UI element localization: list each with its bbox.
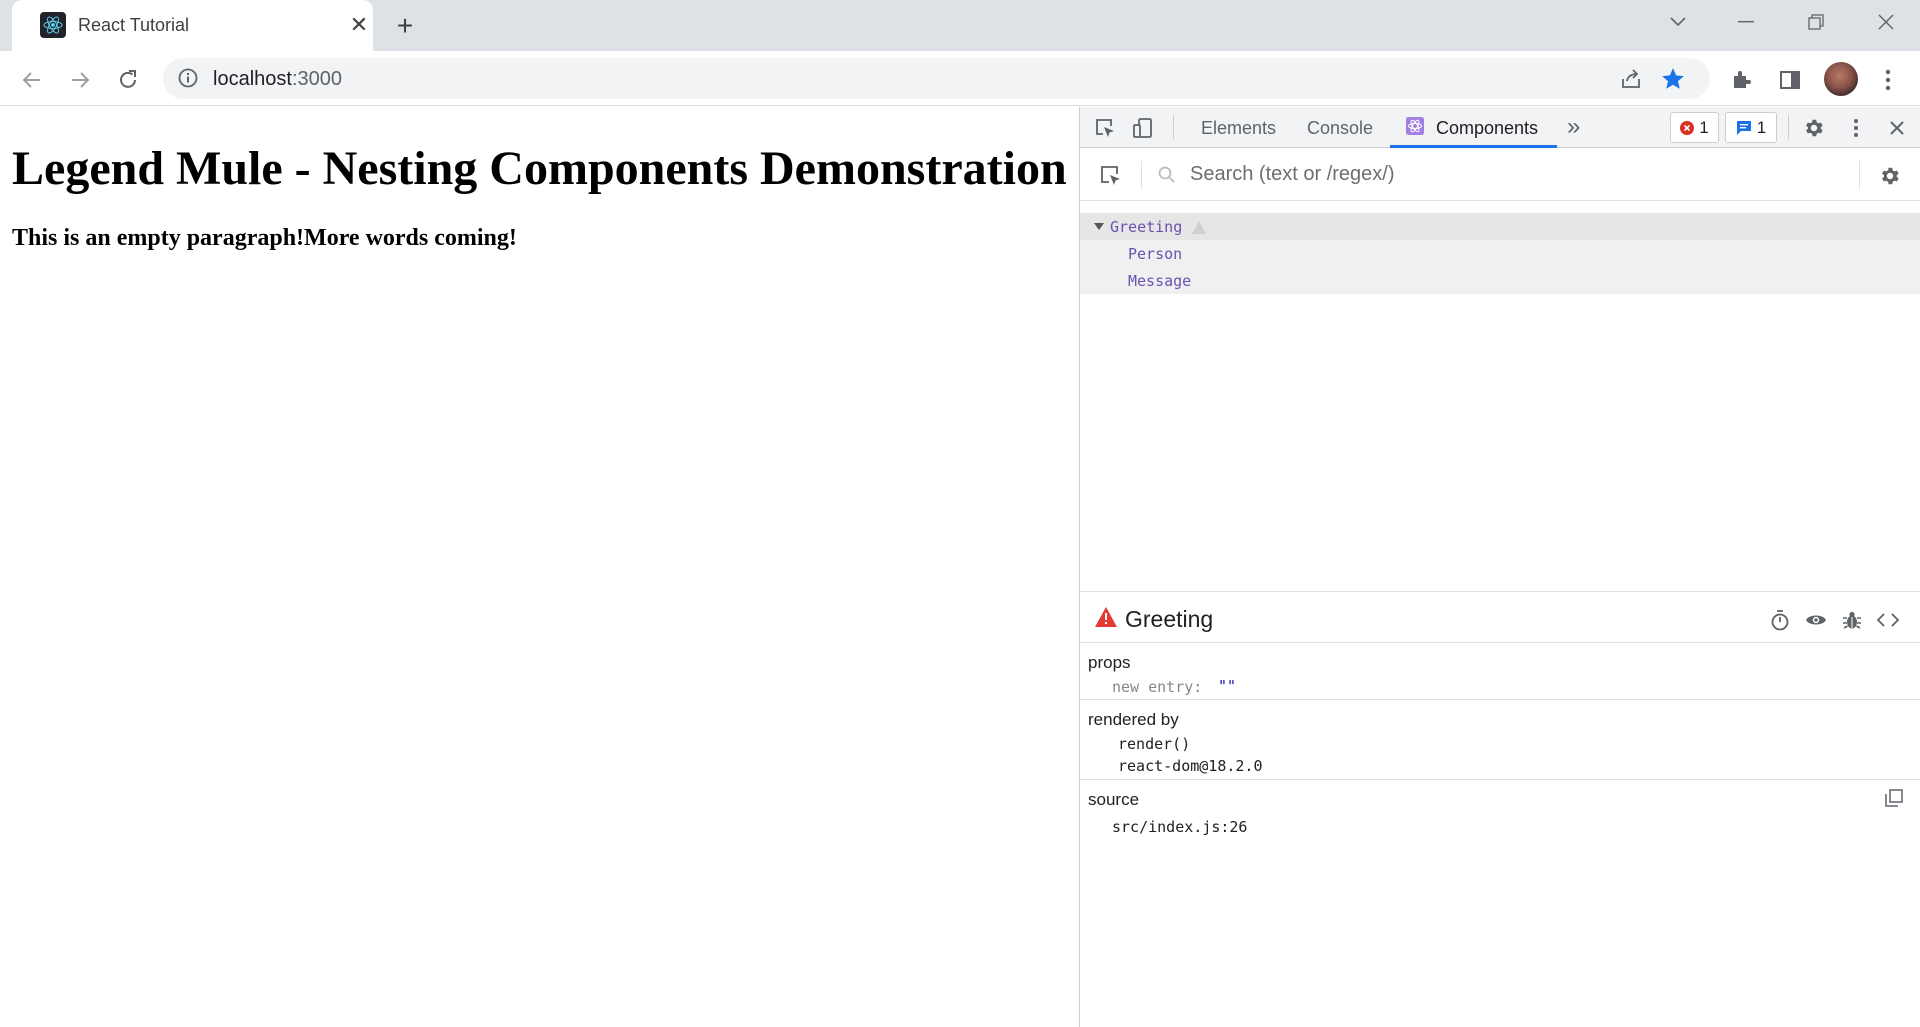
browser-tab[interactable]: React Tutorial ✕ — [12, 0, 373, 51]
message-icon — [1736, 120, 1751, 135]
react-logo-icon — [40, 12, 66, 38]
props-section: props new entry: "" — [1080, 644, 1920, 700]
components-settings-icon[interactable] — [1877, 163, 1903, 189]
rendered-by-item: render() — [1118, 735, 1191, 753]
share-icon[interactable] — [1619, 67, 1643, 96]
bookmark-star-icon[interactable] — [1660, 66, 1686, 97]
search-icon — [1154, 162, 1180, 188]
back-arrow-icon[interactable] — [14, 62, 50, 98]
error-count-badge[interactable]: 1 — [1670, 112, 1719, 143]
copy-source-icon[interactable] — [1884, 788, 1904, 813]
tab-console[interactable]: Console — [1307, 118, 1373, 139]
warning-triangle-icon — [1192, 220, 1206, 238]
source-location[interactable]: src/index.js:26 — [1112, 818, 1247, 836]
devtools-panel: Elements Console Components » 1 1 Search… — [1079, 107, 1920, 1027]
view-source-icon[interactable] — [1877, 609, 1899, 631]
expand-arrow-icon[interactable] — [1094, 223, 1104, 230]
page-heading: Legend Mule - Nesting Components Demonst… — [12, 142, 1067, 195]
forward-arrow-icon[interactable] — [62, 62, 98, 98]
tab-elements[interactable]: Elements — [1201, 118, 1276, 139]
components-search-bar: Search (text or /regex/) — [1080, 149, 1920, 201]
devtools-menu-icon[interactable] — [1843, 115, 1869, 141]
close-devtools-icon[interactable] — [1884, 115, 1910, 141]
tree-item-message[interactable]: Message — [1080, 267, 1920, 294]
source-title: source — [1088, 790, 1140, 809]
tab-strip: React Tutorial ✕ + — [0, 0, 1920, 51]
tree-item-greeting[interactable]: Greeting — [1080, 213, 1920, 240]
warning-icon — [1095, 607, 1117, 632]
prop-value[interactable]: "" — [1218, 677, 1236, 695]
page-viewport: Legend Mule - Nesting Components Demonst… — [0, 107, 1079, 1027]
url-text: localhost:3000 — [213, 68, 342, 90]
close-window-button[interactable] — [1856, 0, 1916, 44]
component-search-input[interactable]: Search (text or /regex/) — [1190, 163, 1395, 186]
extensions-icon[interactable] — [1726, 64, 1758, 96]
tab-components[interactable]: Components — [1436, 118, 1538, 139]
tab-search-icon[interactable] — [1648, 0, 1708, 44]
bug-icon[interactable] — [1841, 609, 1863, 631]
more-tabs-icon[interactable]: » — [1567, 113, 1580, 141]
side-panel-icon[interactable] — [1774, 64, 1806, 96]
page-paragraph: This is an empty paragraph!More words co… — [12, 225, 517, 251]
rendered-by-section: rendered by render() react-dom@18.2.0 — [1080, 701, 1920, 780]
devtools-tab-bar: Elements Console Components » 1 1 — [1080, 107, 1920, 148]
error-icon — [1680, 120, 1695, 135]
tab-close-icon[interactable]: ✕ — [346, 12, 372, 38]
react-components-icon — [1405, 116, 1425, 136]
new-tab-button[interactable]: + — [390, 10, 420, 41]
tab-title: React Tutorial — [78, 15, 190, 35]
site-info-icon[interactable] — [177, 67, 199, 89]
source-section: source src/index.js:26 — [1080, 781, 1920, 861]
prop-key: new entry: — [1112, 678, 1203, 696]
profile-avatar[interactable] — [1824, 62, 1858, 96]
restore-button[interactable] — [1786, 0, 1846, 44]
props-title: props — [1088, 653, 1131, 672]
active-tab-indicator — [1390, 145, 1557, 148]
settings-gear-icon[interactable] — [1801, 115, 1827, 141]
device-toolbar-icon[interactable] — [1130, 115, 1156, 141]
minimize-button[interactable] — [1716, 0, 1776, 44]
rendered-by-title: rendered by — [1088, 710, 1179, 729]
tree-item-person[interactable]: Person — [1080, 240, 1920, 267]
inspected-component-header: Greeting — [1080, 592, 1920, 643]
eye-icon[interactable] — [1805, 609, 1827, 631]
browser-menu-icon[interactable] — [1872, 64, 1904, 96]
address-bar[interactable]: localhost:3000 — [163, 58, 1710, 99]
message-count-badge[interactable]: 1 — [1725, 112, 1777, 143]
inspect-element-icon[interactable] — [1092, 115, 1118, 141]
select-element-icon[interactable] — [1098, 163, 1124, 189]
inspected-component-name: Greeting — [1125, 606, 1214, 632]
rendered-by-item: react-dom@18.2.0 — [1118, 757, 1263, 775]
suspend-timer-icon[interactable] — [1769, 609, 1791, 631]
reload-icon[interactable] — [110, 62, 146, 98]
